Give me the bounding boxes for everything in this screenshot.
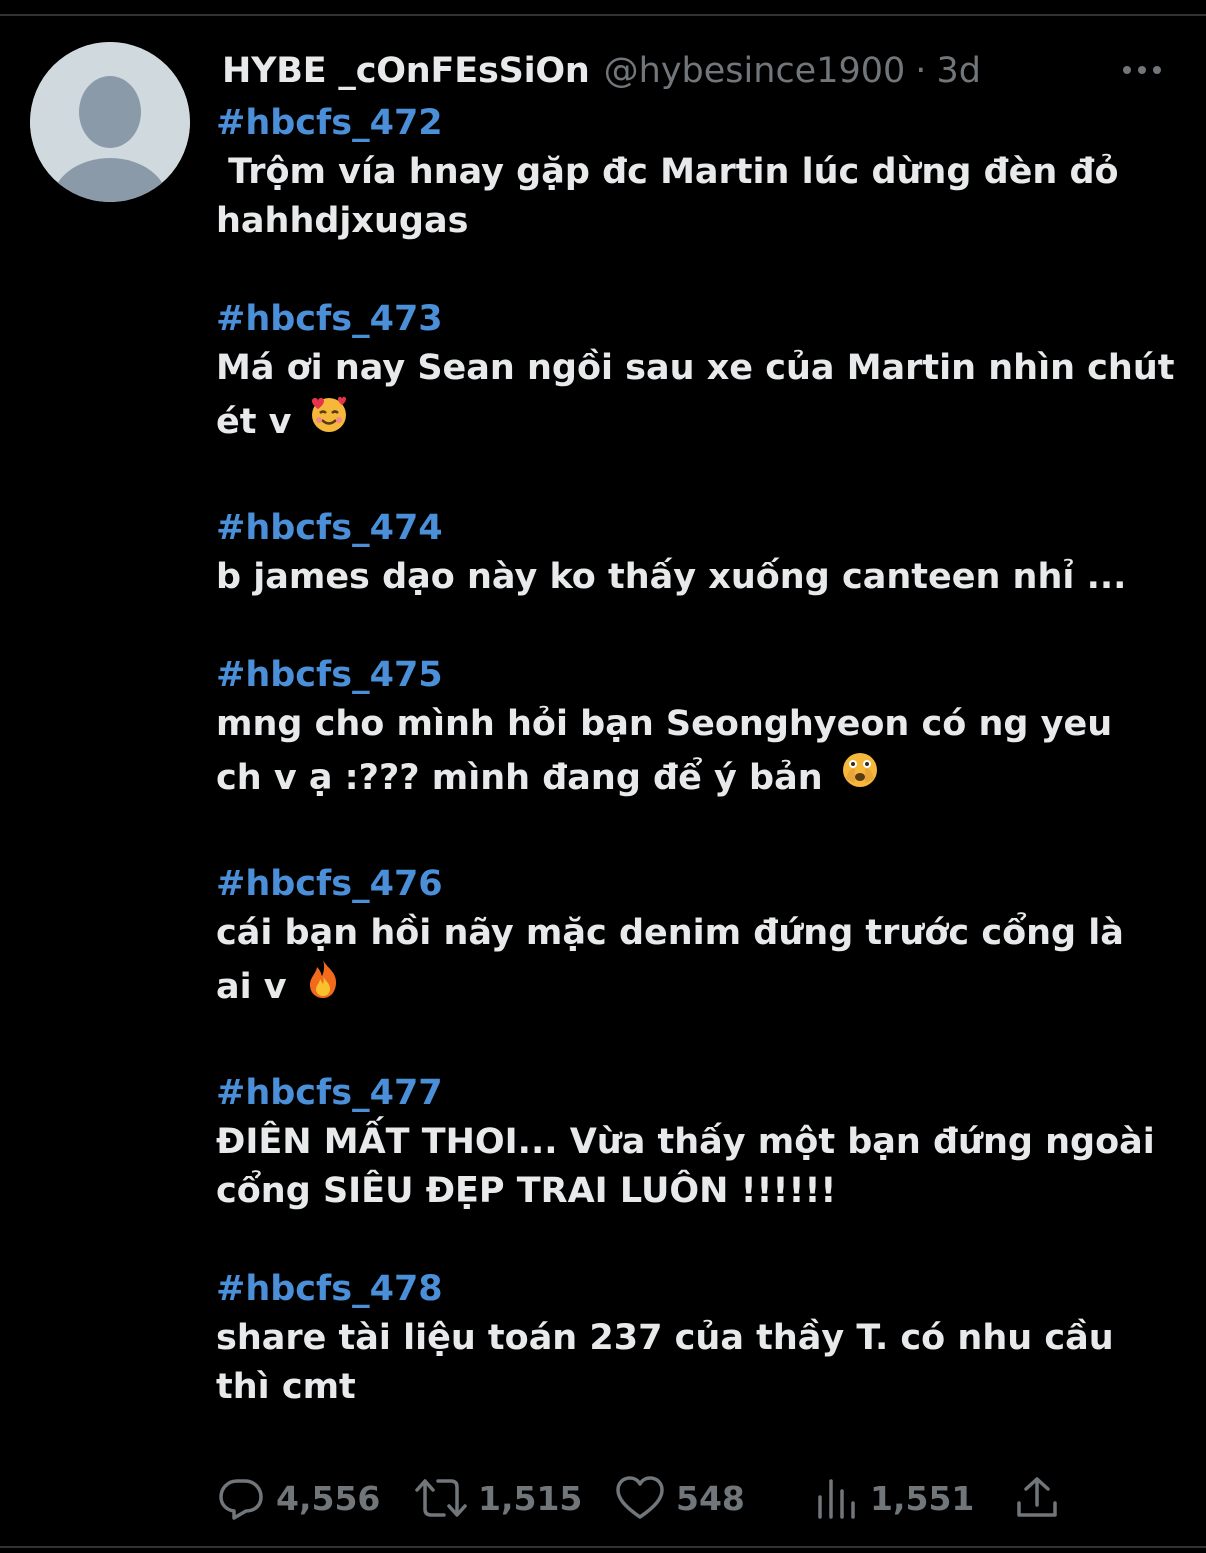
separator-dot: · [915, 51, 927, 91]
reply-button[interactable]: 4,556 [216, 1470, 380, 1526]
share-icon [1017, 1477, 1057, 1517]
like-button[interactable]: 548 [614, 1470, 745, 1526]
text-line: share tài liệu toán 237 của thầy T. có n… [216, 1318, 1114, 1358]
tweet-text: #hbcfs_472 Trộm vía hnay gặp đc Martin l… [216, 99, 1176, 1412]
retweet-button[interactable]: 1,515 [414, 1470, 582, 1526]
text-line-with-emoji: ch v ạ :??? mình đang để ý bản [216, 749, 1176, 809]
views-icon [818, 1479, 855, 1519]
text-line: Trộm vía hnay gặp đc Martin lúc dừng đèn… [216, 152, 1119, 192]
text-line: hahhdjxugas [216, 201, 469, 241]
text-line: cái bạn hồi nãy mặc denim đứng trước cổn… [216, 913, 1124, 953]
reply-count: 4,556 [276, 1478, 381, 1518]
hashtag-link[interactable]: #hbcfs_477 [216, 1069, 1176, 1118]
hashtag-link[interactable]: #hbcfs_478 [216, 1265, 1176, 1314]
fire-icon [303, 958, 343, 1018]
reply-icon [219, 1479, 263, 1520]
text-line: Má ơi nay Sean ngồi sau xe của Martin nh… [216, 348, 1175, 388]
retweet-icon [415, 1479, 467, 1517]
hashtag-link[interactable]: #hbcfs_475 [216, 651, 1176, 700]
confession-entry: #hbcfs_473 Má ơi nay Sean ngồi sau xe củ… [216, 295, 1176, 453]
confession-entry: #hbcfs_475 mng cho mình hỏi bạn Seonghye… [216, 651, 1176, 809]
face-with-open-eyes-and-hand-over-mouth-icon [839, 749, 881, 809]
bottom-divider [0, 1546, 1206, 1548]
display-name[interactable]: HYBE _cOnFEsSiOn [222, 51, 590, 91]
top-divider [0, 14, 1206, 16]
text-line: thì cmt [216, 1367, 356, 1407]
smiling-face-with-hearts-icon [308, 393, 350, 453]
like-icon [616, 1476, 664, 1519]
confession-entry: #hbcfs_477 ĐIÊN MẤT THOI... Vừa thấy một… [216, 1069, 1176, 1216]
like-count: 548 [676, 1478, 745, 1518]
views-count: 1,551 [870, 1478, 975, 1518]
text-line: b james dạo này ko thấy xuống canteen nh… [216, 557, 1127, 597]
text-line: ch v ạ :??? mình đang để ý bản [216, 758, 823, 798]
share-button[interactable] [1012, 1470, 1072, 1526]
text-line: ĐIÊN MẤT THOI... Vừa thấy một bạn đứng n… [216, 1122, 1155, 1162]
retweet-count: 1,515 [478, 1478, 583, 1518]
text-line: ét v [216, 402, 292, 442]
text-line: mng cho mình hỏi bạn Seonghyeon có ng ye… [216, 704, 1113, 744]
text-line-with-emoji: ét v [216, 393, 1176, 453]
user-handle[interactable]: @hybesince1900 [604, 51, 906, 91]
timestamp[interactable]: 3d [936, 51, 981, 91]
action-bar: 4,556 1,515 548 1,551 [216, 1470, 1176, 1526]
text-line: ai v [216, 967, 287, 1007]
text-line: cổng SIÊU ĐẸP TRAI LUÔN !!!!!! [216, 1171, 837, 1211]
hashtag-link[interactable]: #hbcfs_476 [216, 860, 1176, 909]
tweet-header: HYBE _cOnFEsSiOn @hybesince1900 · 3d [222, 48, 981, 94]
confession-entry: #hbcfs_478 share tài liệu toán 237 của t… [216, 1265, 1176, 1412]
more-icon[interactable] [1120, 60, 1164, 80]
text-line-with-emoji: ai v [216, 958, 1176, 1018]
confession-entry: #hbcfs_474 b james dạo này ko thấy xuống… [216, 504, 1176, 602]
hashtag-link[interactable]: #hbcfs_474 [216, 504, 1176, 553]
avatar[interactable] [30, 42, 190, 202]
hashtag-link[interactable]: #hbcfs_472 [216, 99, 1176, 148]
confession-entry: #hbcfs_472 Trộm vía hnay gặp đc Martin l… [216, 99, 1176, 246]
hashtag-link[interactable]: #hbcfs_473 [216, 295, 1176, 344]
views-button[interactable]: 1,551 [814, 1470, 974, 1526]
default-avatar-icon [30, 42, 190, 202]
confession-entry: #hbcfs_476 cái bạn hồi nãy mặc denim đứn… [216, 860, 1176, 1018]
